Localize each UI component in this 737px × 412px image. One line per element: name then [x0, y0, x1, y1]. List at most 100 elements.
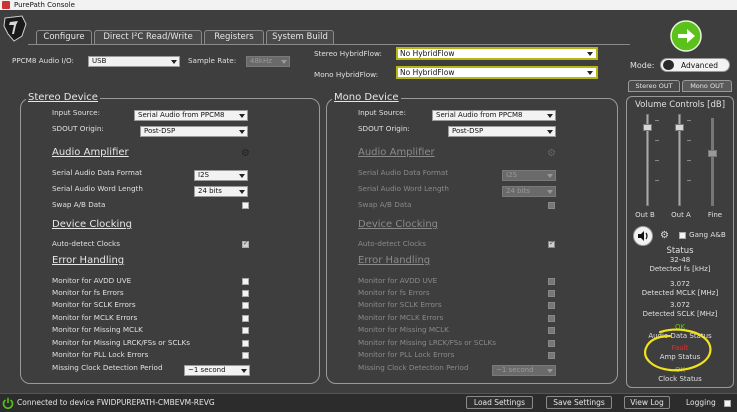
slider-label-fine: Fine — [707, 211, 723, 219]
out-b-slider-thumb[interactable] — [643, 124, 652, 131]
fine-slider-thumb[interactable] — [708, 150, 717, 157]
stereo-input-source-select[interactable]: Serial Audio from PPCM8 — [134, 110, 248, 121]
mono-monitor-label: Monitor for fs Errors — [358, 288, 430, 297]
mono-monitor-checkbox — [548, 290, 555, 297]
view-log-button[interactable]: View Log — [624, 396, 670, 409]
mono-format-select: I2S — [502, 170, 556, 181]
app-icon — [2, 1, 10, 9]
tab-label: Configure — [43, 32, 85, 42]
mono-missing-label: Missing Clock Detection Period — [358, 363, 469, 372]
stereo-monitor-checkbox[interactable] — [242, 290, 249, 297]
mono-device-title: Mono Device — [332, 92, 401, 103]
mono-hybridflow-select[interactable]: No HybridFlow — [396, 66, 598, 79]
stereo-clocking-section: Device Clocking — [52, 219, 133, 230]
stereo-word-select[interactable]: 24 bits — [194, 186, 248, 197]
arrow-right-icon — [670, 20, 702, 52]
stereo-swap-checkbox[interactable] — [242, 202, 249, 209]
scale-tick — [687, 180, 691, 181]
stereo-sdout-select[interactable]: Post-DSP — [140, 126, 248, 137]
chevron-down-icon — [241, 369, 247, 373]
out-a-slider-thumb[interactable] — [675, 124, 684, 131]
mono-input-source-select[interactable]: Serial Audio from PPCM8 — [432, 110, 556, 121]
audio-io-value: USB — [92, 57, 107, 65]
button-label: View Log — [630, 398, 664, 407]
tab-stereo-out[interactable]: Stereo OUT — [628, 80, 680, 92]
fine-slider-track[interactable] — [711, 118, 714, 206]
stereo-monitor-checkbox[interactable] — [242, 302, 249, 309]
chevron-down-icon — [547, 130, 553, 134]
stereo-monitor-label: Monitor for Missing MCLK — [52, 325, 143, 334]
mono-monitor-label: Monitor for MCLK Errors — [358, 313, 444, 322]
chevron-down-icon — [171, 60, 177, 64]
slider-label-out-a: Out A — [671, 211, 691, 219]
stereo-missing-label: Missing Clock Detection Period — [52, 363, 163, 372]
scale-tick — [655, 140, 659, 141]
stereo-missing-value: ~1 second — [188, 366, 226, 374]
status-title: Status — [666, 246, 694, 256]
mclk-label: Detected MCLK [MHz] — [641, 289, 719, 297]
annotation-circle — [644, 328, 712, 372]
tab-registers[interactable]: Registers — [204, 30, 264, 44]
tab-configure[interactable]: Configure — [36, 30, 92, 45]
chevron-down-icon — [239, 130, 245, 134]
gear-icon[interactable]: ⚙ — [241, 149, 250, 159]
stereo-input-source-value: Serial Audio from PPCM8 — [138, 111, 225, 119]
stereo-monitor-checkbox[interactable] — [242, 352, 249, 359]
stereo-monitor-label: Monitor for MCLK Errors — [52, 313, 138, 322]
mono-sdout-select[interactable]: Post-DSP — [448, 126, 556, 137]
mute-button[interactable] — [633, 226, 653, 246]
mono-error-section: Error Handling — [358, 255, 431, 266]
mode-label: Mode: — [630, 61, 655, 70]
gear-icon[interactable]: ⚙ — [660, 231, 669, 241]
mode-toggle[interactable]: Advanced — [660, 58, 730, 72]
chevron-down-icon — [239, 114, 245, 118]
save-settings-button[interactable]: Save Settings — [546, 396, 612, 409]
chevron-down-icon — [547, 114, 553, 118]
stereo-swap-label: Swap A/B Data — [52, 200, 106, 209]
mono-autodetect-label: Auto-detect Clocks — [358, 239, 426, 248]
mono-input-source-label: Input Source: — [358, 108, 407, 117]
tab-mono-out[interactable]: Mono OUT — [682, 80, 732, 92]
button-label: Load Settings — [473, 398, 526, 407]
audio-io-select[interactable]: USB — [88, 56, 180, 67]
stereo-monitor-checkbox[interactable] — [242, 327, 249, 334]
mono-monitor-label: Monitor for Missing MCLK — [358, 325, 449, 334]
stereo-monitor-checkbox[interactable] — [242, 278, 249, 285]
stereo-sdout-value: Post-DSP — [144, 127, 176, 135]
chevron-down-icon — [587, 71, 593, 75]
chevron-down-icon — [239, 190, 245, 194]
stereo-format-label: Serial Audio Data Format — [52, 168, 143, 177]
stereo-autodetect-checkbox[interactable] — [242, 239, 249, 248]
tab-direct-i2c[interactable]: Direct I²C Read/Write — [94, 30, 202, 44]
run-arrow-button[interactable] — [670, 20, 702, 52]
stereo-monitor-label: Monitor for SCLK Errors — [52, 300, 136, 309]
audio-io-label: PPCM8 Audio I/O: — [12, 56, 74, 65]
mono-swap-checkbox — [548, 202, 555, 209]
mono-monitor-label: Monitor for SCLK Errors — [358, 300, 442, 309]
sample-rate-value: 48kHz — [250, 57, 272, 65]
tab-system-build[interactable]: System Build — [266, 30, 334, 44]
stereo-hybridflow-select[interactable]: No HybridFlow — [396, 47, 598, 60]
stereo-hybridflow-label: Stereo HybridFlow: — [314, 49, 382, 58]
stereo-device-title: Stereo Device — [26, 92, 100, 103]
mono-monitor-checkbox — [548, 340, 555, 347]
fs-value: 32-48 — [669, 256, 691, 264]
stereo-amp-section: Audio Amplifier — [52, 147, 129, 158]
logging-checkbox[interactable] — [724, 400, 731, 407]
stereo-word-value: 24 bits — [198, 187, 222, 195]
sample-rate-select[interactable]: 48kHz — [246, 56, 290, 67]
mclk-value: 3.072 — [669, 280, 691, 288]
mono-monitor-checkbox — [548, 352, 555, 359]
mono-word-select: 24 bits — [502, 186, 556, 197]
stereo-sdout-label: SDOUT Origin: — [52, 124, 104, 133]
stereo-format-select[interactable]: I2S — [194, 170, 248, 181]
sclk-value: 3.072 — [669, 301, 691, 309]
stereo-missing-select[interactable]: ~1 second — [184, 365, 250, 376]
gang-checkbox[interactable] — [679, 232, 686, 239]
load-settings-button[interactable]: Load Settings — [466, 396, 533, 409]
stereo-monitor-checkbox[interactable] — [242, 315, 249, 322]
mono-amp-section: Audio Amplifier — [358, 147, 435, 158]
status-bar: Connected to device FWIDPUREPATH-CMBEVM-… — [0, 393, 737, 412]
button-label: Save Settings — [553, 398, 605, 407]
stereo-monitor-checkbox[interactable] — [242, 340, 249, 347]
